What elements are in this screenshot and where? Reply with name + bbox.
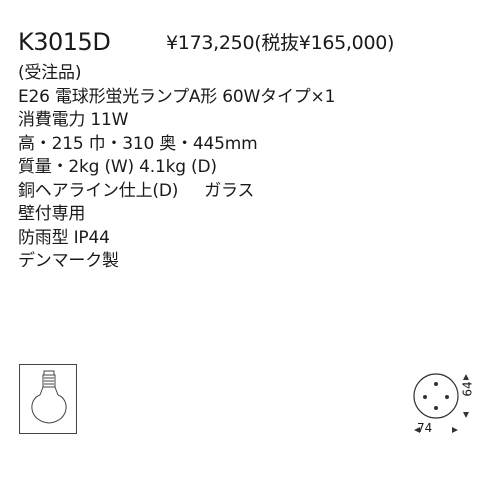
spec-lamp: E26 電球形蛍光ランプA形 60Wタイプ×1 [18, 86, 336, 107]
price-tax-included: ¥173,250 [166, 32, 255, 54]
price-tax-excluded: (税抜¥165,000) [254, 32, 395, 54]
spec-mounting: 壁付専用 [18, 204, 86, 224]
wall-mount-plate-icon [413, 373, 469, 433]
spec-material: ガラス [204, 180, 255, 201]
spec-weight: 質量・2kg (W) 4.1kg (D) [18, 157, 217, 177]
spec-power: 消費電力 11W [18, 110, 129, 130]
mount-dimension-figure: 74 64 [400, 364, 490, 444]
spec-finish-material: 銅ヘアライン仕上(D) ガラス [18, 180, 488, 204]
spec-list: (受注品) E26 電球形蛍光ランプA形 60Wタイプ×1 消費電力 11W 高… [18, 62, 488, 274]
spec-ip-rating: 防雨型 IP44 [18, 227, 110, 248]
spec-dimensions: 高・215 巾・310 奥・445mm [18, 133, 258, 154]
spec-origin: デンマーク製 [18, 251, 119, 271]
product-header: K3015D ¥173,250(税抜¥165,000) [18, 27, 488, 59]
bulb-diagram [19, 364, 77, 434]
product-spec-page: K3015D ¥173,250(税抜¥165,000) (受注品) E26 電球… [0, 0, 500, 500]
light-bulb-icon [31, 370, 67, 424]
price: ¥173,250(税抜¥165,000) [166, 29, 394, 57]
height-dimension-label: 64 [460, 381, 475, 397]
spec-order-note: (受注品) [18, 63, 82, 83]
model-number: K3015D [18, 28, 111, 56]
width-dimension-label: 74 [417, 421, 433, 435]
spec-finish: 銅ヘアライン仕上(D) [18, 180, 179, 201]
